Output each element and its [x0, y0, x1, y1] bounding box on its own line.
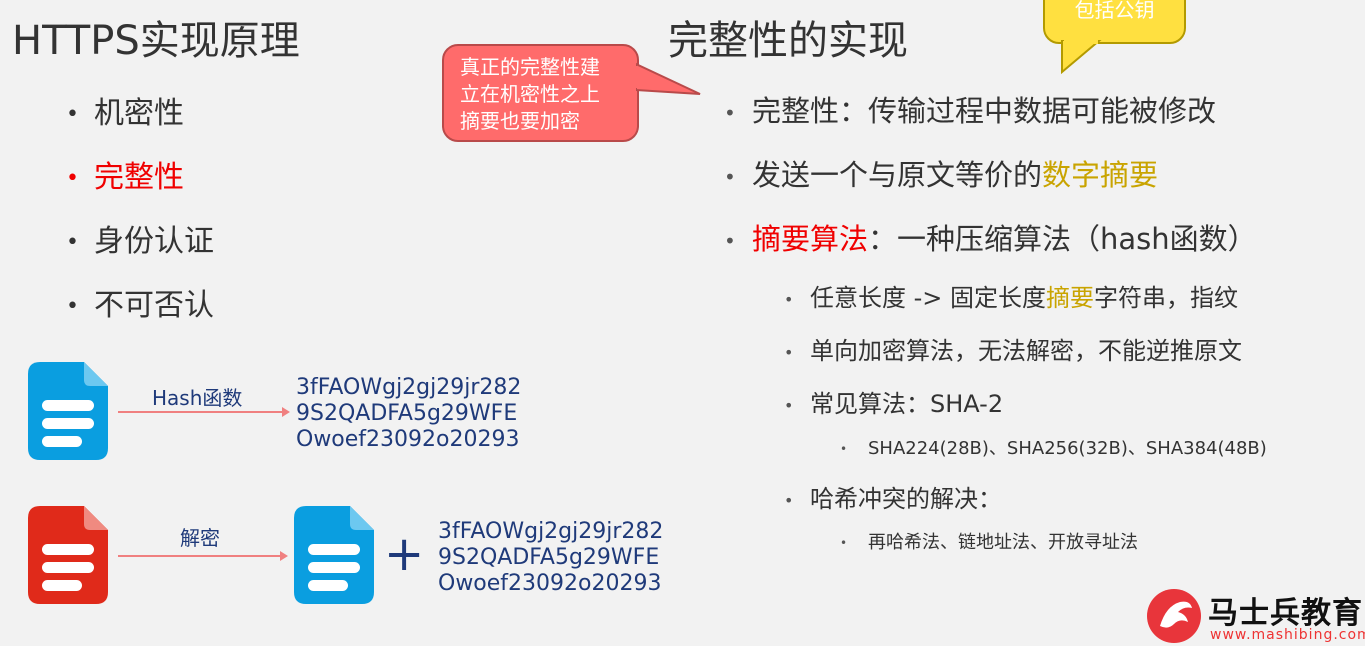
bullet-dot: •: [784, 342, 794, 362]
red-document-icon: [28, 506, 108, 604]
bullet-dot: •: [840, 442, 848, 456]
right-bullet-2: • 发送一个与原文等价的数字摘要: [724, 158, 1159, 192]
right-bullet-3: • 摘要算法：一种压缩算法（hash函数）: [724, 222, 1257, 256]
right-subsub-1: • SHA224(28B)、SHA256(32B)、SHA384(48B): [840, 438, 1267, 459]
bullet-dot: •: [66, 102, 79, 127]
left-bullet-3: • 身份认证: [66, 224, 214, 259]
plus-sign: +: [384, 526, 425, 582]
bullet-dot: •: [724, 165, 736, 189]
bullet-dot: •: [724, 101, 736, 125]
right-sub-3: • 常见算法：SHA-2: [784, 390, 1004, 418]
callout-red-tail: [636, 62, 701, 95]
bullet-dot: •: [66, 230, 79, 255]
digest-text-1: 3fFAOWgj2gj29jr282 9S2QADFA5g29WFE Owoef…: [296, 375, 522, 452]
blue-document-icon: [28, 362, 108, 460]
left-bullet-2: • 完整性: [66, 160, 184, 195]
left-bullet-1: • 机密性: [66, 96, 184, 131]
right-subsub-2: • 再哈希法、链地址法、开放寻址法: [840, 532, 1138, 553]
digest-text-2: 3fFAOWgj2gj29jr282 9S2QADFA5g29WFE Owoef…: [438, 519, 664, 596]
arrow-right-icon: [118, 551, 288, 561]
blue-document-icon: [294, 506, 374, 604]
bullet-dot: •: [784, 395, 794, 415]
left-title: HTTPS实现原理: [12, 18, 300, 64]
right-sub-4: • 哈希冲突的解决：: [784, 485, 1002, 513]
bullet-dot: •: [66, 294, 79, 319]
bullet-dot: •: [784, 289, 794, 309]
right-sub-2: • 单向加密算法，无法解密，不能逆推原文: [784, 337, 1242, 365]
brand-logo-icon: [1147, 589, 1201, 643]
callout-red: 真正的完整性建 立在机密性之上 摘要也要加密: [442, 44, 639, 142]
right-sub-1: • 任意长度 -> 固定长度摘要字符串，指纹: [784, 284, 1239, 312]
brand-name: 马士兵教育: [1208, 596, 1363, 631]
arrow-right-icon: [118, 407, 290, 417]
right-bullet-1: • 完整性：传输过程中数据可能被修改: [724, 94, 1217, 128]
bullet-dot: •: [840, 536, 848, 550]
decrypt-label: 解密: [180, 526, 220, 550]
callout-yellow: 包括公钥: [1043, 0, 1186, 44]
bullet-dot: •: [66, 166, 79, 191]
brand-url: www.mashibing.com: [1210, 627, 1365, 643]
left-bullet-4: • 不可否认: [66, 288, 214, 323]
callout-yellow-tail: [1061, 40, 1102, 74]
right-title: 完整性的实现: [668, 18, 908, 64]
bullet-dot: •: [724, 229, 736, 253]
bullet-dot: •: [784, 490, 794, 510]
